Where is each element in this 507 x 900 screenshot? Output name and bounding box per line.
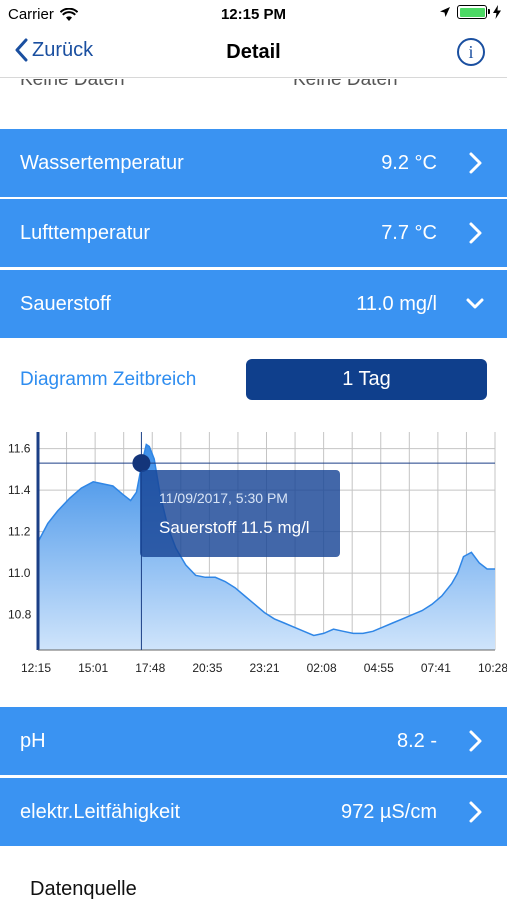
- diagram-range-label: Diagramm Zeitbreich: [20, 369, 197, 390]
- row-ph[interactable]: pH 8.2 -: [0, 707, 507, 775]
- status-right: [439, 5, 501, 19]
- row-value: 9.2 °C: [381, 151, 437, 174]
- page-title: Detail: [226, 41, 281, 63]
- status-bar: Carrier 12:15 PM: [0, 0, 507, 28]
- row-label: Sauerstoff: [20, 292, 111, 315]
- row-value: 972 µS/cm: [340, 800, 437, 823]
- clipped-row: Keine Daten Keine Daten: [0, 79, 507, 97]
- time-range-button[interactable]: 1 Tag: [246, 359, 487, 400]
- battery-icon: [457, 5, 490, 19]
- x-tick-label: 23:21: [249, 661, 279, 675]
- clipped-row-left: Keine Daten: [20, 79, 125, 90]
- y-tick-label: 11.6: [8, 442, 31, 456]
- x-tick-label: 20:35: [192, 661, 222, 675]
- row-label: elektr.Leitfähigkeit: [20, 800, 181, 823]
- x-tick-label: 12:15: [21, 661, 51, 675]
- info-button[interactable]: i: [457, 38, 485, 66]
- y-tick-label: 10.8: [8, 608, 32, 622]
- chevron-right-icon: [469, 730, 482, 752]
- row-label: Wassertemperatur: [20, 151, 184, 174]
- chart-tooltip: 11/09/2017, 5:30 PM Sauerstoff 11.5 mg/l: [140, 470, 340, 557]
- row-value: 11.0 mg/l: [356, 292, 437, 315]
- y-tick-label: 11.4: [8, 483, 31, 497]
- x-tick-label: 10:28: [478, 661, 507, 675]
- row-wassertemperatur[interactable]: Wassertemperatur 9.2 °C: [0, 129, 507, 197]
- navigation-bar: Zurück Detail i: [0, 28, 507, 78]
- chevron-down-icon: [466, 298, 484, 309]
- y-tick-label: 11.0: [8, 566, 31, 580]
- row-lufttemperatur[interactable]: Lufttemperatur 7.7 °C: [0, 199, 507, 267]
- status-time: 12:15 PM: [220, 6, 287, 23]
- x-tick-label: 17:48: [135, 661, 165, 675]
- row-leitfaehigkeit[interactable]: elektr.Leitfähigkeit 972 µS/cm: [0, 778, 507, 846]
- y-tick-label: 11.2: [8, 525, 31, 539]
- clipped-row-right: Keine Daten: [293, 79, 398, 90]
- x-tick-label: 02:08: [307, 661, 337, 675]
- x-tick-label: 07:41: [421, 661, 451, 675]
- data-source-heading: Datenquelle: [30, 878, 137, 900]
- row-sauerstoff[interactable]: Sauerstoff 11.0 mg/l: [0, 270, 507, 338]
- row-label: pH: [20, 729, 46, 752]
- tooltip-value: Sauerstoff 11.5 mg/l: [159, 518, 310, 537]
- tooltip-date: 11/09/2017, 5:30 PM: [159, 490, 288, 506]
- charging-bolt-icon: [493, 5, 501, 19]
- x-tick-label: 04:55: [364, 661, 394, 675]
- chevron-right-icon: [469, 222, 482, 244]
- row-label: Lufttemperatur: [20, 221, 151, 244]
- row-value: 8.2 -: [396, 729, 437, 752]
- chevron-right-icon: [469, 152, 482, 174]
- location-arrow-icon: [440, 7, 450, 17]
- chevron-right-icon: [469, 801, 482, 823]
- row-value: 7.7 °C: [381, 221, 437, 244]
- x-tick-label: 15:01: [78, 661, 108, 675]
